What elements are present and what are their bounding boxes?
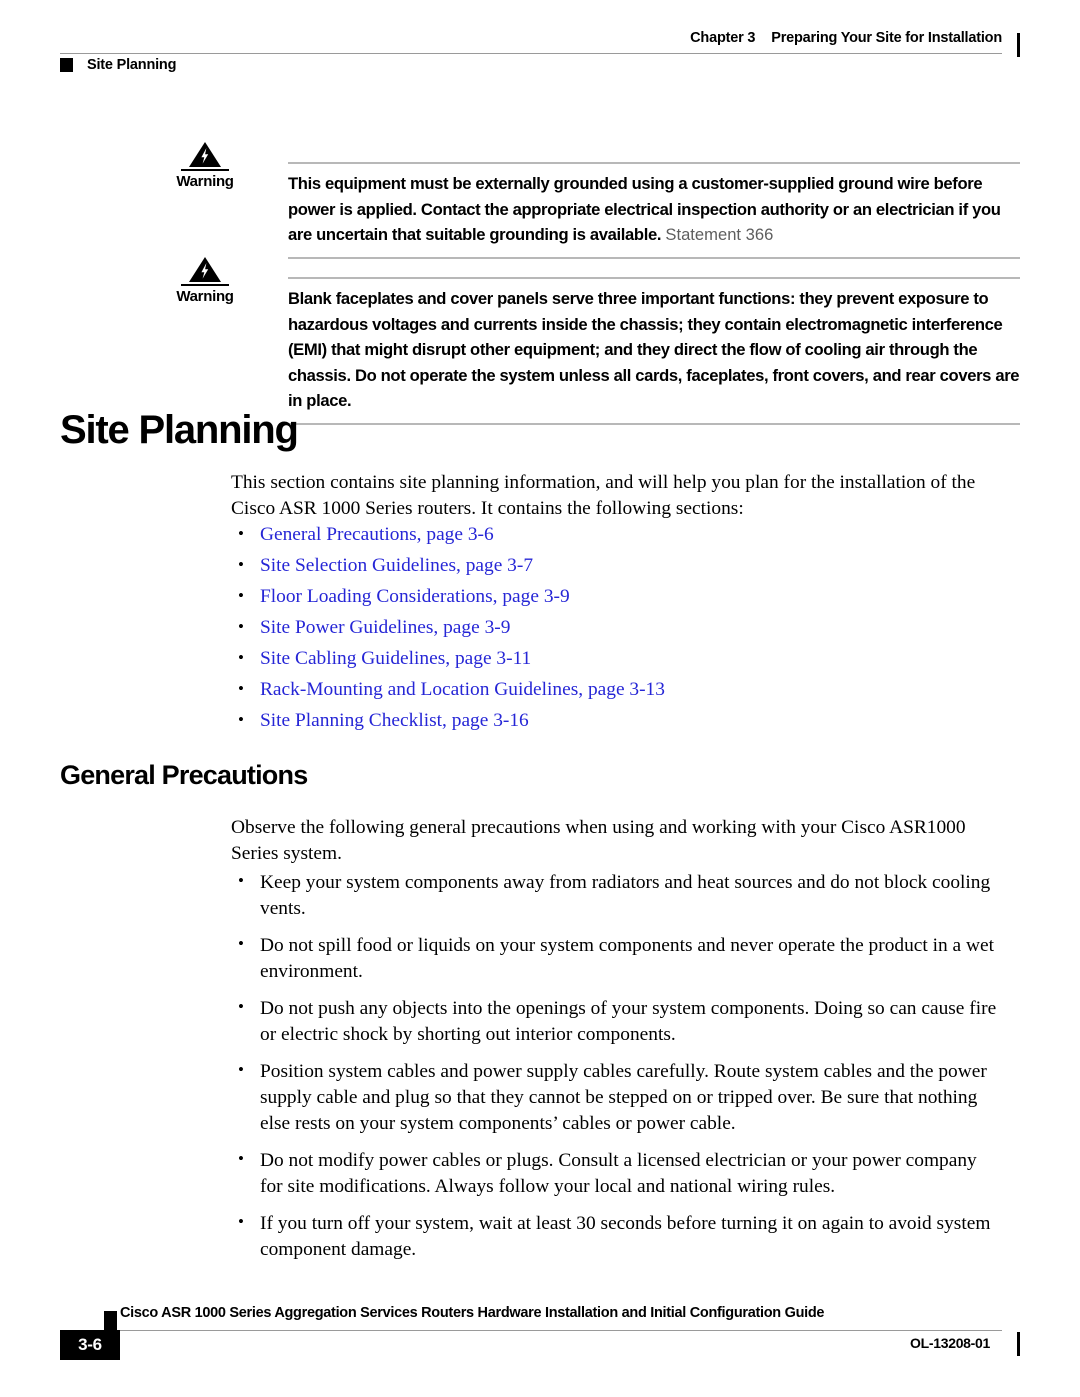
footer-change-bar bbox=[1017, 1332, 1020, 1356]
footer-square-marker-icon bbox=[104, 1311, 117, 1331]
header-square-marker-icon bbox=[60, 58, 73, 72]
page-title: Site Planning bbox=[60, 408, 299, 452]
list-item[interactable]: Site Selection Guidelines, page 3-7 bbox=[231, 552, 1001, 579]
site-planning-intro: This section contains site planning info… bbox=[231, 472, 976, 519]
warning-icon-underline bbox=[181, 169, 229, 171]
list-item[interactable]: Site Planning Checklist, page 3-16 bbox=[231, 707, 1001, 734]
warning-block-grounding: Warning This equipment must be externall… bbox=[60, 140, 1020, 259]
header-section-group: Site Planning bbox=[60, 57, 176, 73]
list-item[interactable]: Site Power Guidelines, page 3-9 bbox=[231, 614, 1001, 641]
warning-label-group: Warning bbox=[145, 255, 265, 305]
warning-body: Blank faceplates and cover panels serve … bbox=[288, 255, 1020, 425]
header-change-bar bbox=[1017, 33, 1020, 57]
cross-reference-link[interactable]: Site Cabling Guidelines, page 3-11 bbox=[260, 648, 531, 669]
warning-text: This equipment must be externally ground… bbox=[288, 174, 1001, 244]
cross-reference-link[interactable]: Rack-Mounting and Location Guidelines, p… bbox=[260, 679, 665, 700]
warning-text: Blank faceplates and cover panels serve … bbox=[288, 289, 1020, 410]
list-item[interactable]: Site Cabling Guidelines, page 3-11 bbox=[231, 645, 1001, 672]
warning-icon-underline bbox=[181, 284, 229, 286]
list-item: Position system cables and power supply … bbox=[231, 1057, 1001, 1137]
warning-text-container: This equipment must be externally ground… bbox=[288, 164, 1020, 257]
list-item[interactable]: General Precautions, page 3-6 bbox=[231, 521, 1001, 548]
warning-body: This equipment must be externally ground… bbox=[288, 140, 1020, 259]
header-section-title: Site Planning bbox=[87, 57, 177, 73]
header-chapter-title: Preparing Your Site for Installation bbox=[771, 30, 1002, 46]
page-header: Chapter 3 Preparing Your Site for Instal… bbox=[60, 30, 1020, 88]
list-item: Do not modify power cables or plugs. Con… bbox=[231, 1146, 1001, 1200]
list-item[interactable]: Floor Loading Considerations, page 3-9 bbox=[231, 583, 1001, 610]
header-chapter-number: Chapter 3 bbox=[690, 30, 756, 46]
footer-document-title: Cisco ASR 1000 Series Aggregation Servic… bbox=[120, 1305, 825, 1321]
document-page: Chapter 3 Preparing Your Site for Instal… bbox=[0, 0, 1080, 1397]
cross-reference-link[interactable]: Site Planning Checklist, page 3-16 bbox=[260, 710, 529, 731]
header-chapter-info: Chapter 3 Preparing Your Site for Instal… bbox=[690, 30, 1002, 46]
page-footer: Cisco ASR 1000 Series Aggregation Servic… bbox=[60, 1305, 1020, 1375]
list-item: If you turn off your system, wait at lea… bbox=[231, 1209, 1001, 1263]
warning-block-faceplates: Warning Blank faceplates and cover panel… bbox=[60, 255, 1020, 425]
cross-reference-link[interactable]: Site Power Guidelines, page 3-9 bbox=[260, 617, 510, 638]
warning-label-group: Warning bbox=[145, 140, 265, 190]
warning-statement: Statement 366 bbox=[665, 225, 774, 244]
general-precautions-intro: Observe the following general precaution… bbox=[231, 817, 966, 864]
list-item: Do not push any objects into the opening… bbox=[231, 994, 1001, 1048]
warning-triangle-lightning-icon bbox=[189, 257, 221, 282]
footer-divider bbox=[60, 1330, 1002, 1331]
section-heading-general-precautions: General Precautions bbox=[60, 760, 308, 790]
warning-triangle-lightning-icon bbox=[189, 142, 221, 167]
warning-bottom-rule bbox=[288, 422, 1020, 425]
list-item: Keep your system components away from ra… bbox=[231, 868, 1001, 922]
warning-label: Warning bbox=[176, 173, 234, 190]
header-divider bbox=[60, 53, 1002, 54]
warning-text-container: Blank faceplates and cover panels serve … bbox=[288, 279, 1020, 423]
warning-label: Warning bbox=[176, 288, 234, 305]
general-precautions-list: Keep your system components away from ra… bbox=[231, 868, 1001, 1274]
list-item: Do not spill food or liquids on your sys… bbox=[231, 931, 1001, 985]
cross-reference-link[interactable]: Floor Loading Considerations, page 3-9 bbox=[260, 586, 570, 607]
site-planning-link-list: General Precautions, page 3-6 Site Selec… bbox=[231, 521, 1001, 739]
page-number: 3-6 bbox=[60, 1330, 120, 1360]
footer-document-id: OL-13208-01 bbox=[910, 1335, 990, 1351]
cross-reference-link[interactable]: Site Selection Guidelines, page 3-7 bbox=[260, 555, 533, 576]
list-item[interactable]: Rack-Mounting and Location Guidelines, p… bbox=[231, 676, 1001, 703]
cross-reference-link[interactable]: General Precautions, page 3-6 bbox=[260, 524, 494, 545]
